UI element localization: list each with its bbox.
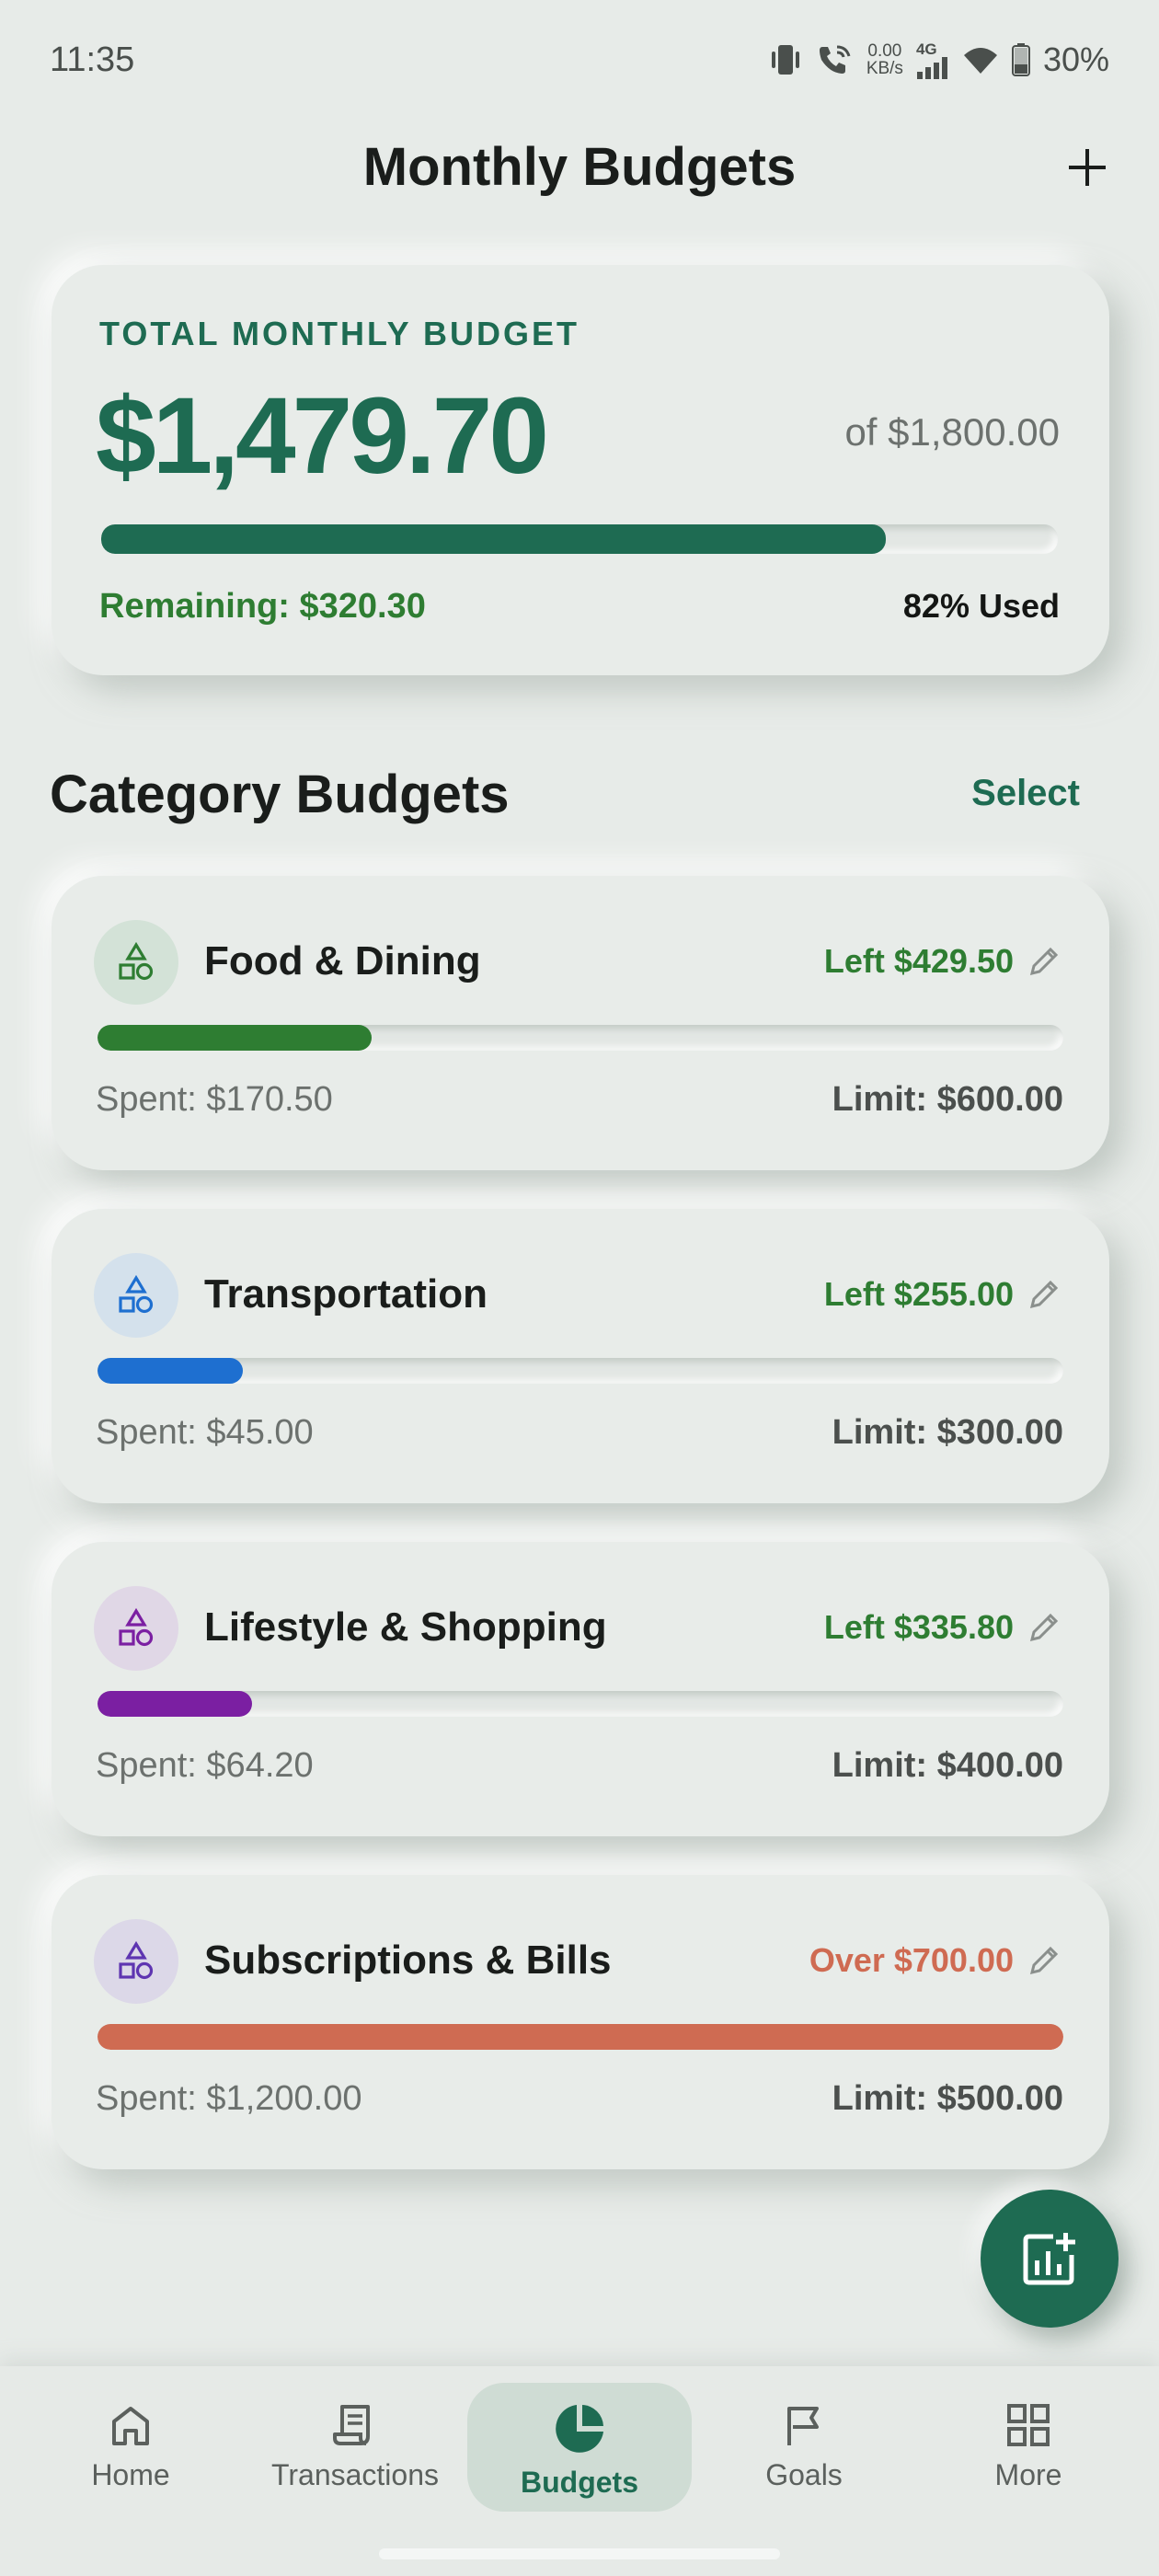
- add-budget-button[interactable]: [1058, 138, 1117, 197]
- battery-percent: 30%: [1042, 40, 1109, 78]
- pie-chart-icon: [556, 2405, 603, 2453]
- category-limit: Limit: $300.00: [832, 1413, 1063, 1452]
- category-name: Lifestyle & Shopping: [204, 1604, 607, 1650]
- network-type: 4G: [915, 40, 937, 58]
- category-name: Transportation: [204, 1271, 488, 1317]
- grid-icon: [1007, 2404, 1050, 2446]
- total-remaining: Remaining: $320.30: [99, 587, 426, 626]
- nav-more[interactable]: More: [916, 2383, 1141, 2512]
- category-progress-fill: [98, 2024, 1063, 2050]
- category-progress-track: [98, 2024, 1063, 2050]
- category-card[interactable]: Lifestyle & Shopping Left $335.80 Spent:…: [52, 1542, 1109, 1836]
- bottom-nav: Home Transactions Budgets Goals More: [0, 2366, 1159, 2576]
- header: Monthly Budgets: [0, 120, 1159, 221]
- category-progress-fill: [98, 1691, 252, 1717]
- receipt-icon: [333, 2405, 370, 2445]
- total-used-percent: 82% Used: [902, 587, 1060, 625]
- category-icon-circle: [94, 1253, 178, 1338]
- category-status: Left $429.50: [823, 942, 1014, 980]
- total-budget-card[interactable]: TOTAL MONTHLY BUDGET $1,479.70 of $1,800…: [52, 265, 1109, 675]
- edit-icon[interactable]: [1027, 1275, 1063, 1312]
- total-progress-track: [101, 524, 1058, 554]
- nav-budgets[interactable]: Budgets: [467, 2383, 692, 2512]
- nav-label: More: [994, 2458, 1062, 2491]
- plus-icon: [1069, 149, 1106, 186]
- wifi-icon: [963, 48, 997, 74]
- shapes-icon: [119, 1940, 154, 1980]
- category-icon-circle: [94, 920, 178, 1005]
- signal-icon: [916, 56, 947, 79]
- nav-transactions[interactable]: Transactions: [243, 2383, 467, 2512]
- network-speed-unit: KB/s: [866, 59, 903, 78]
- home-icon: [112, 2407, 149, 2445]
- category-progress-fill: [98, 1358, 243, 1384]
- category-status: Over $700.00: [809, 1941, 1014, 1979]
- category-limit: Limit: $600.00: [832, 1080, 1063, 1119]
- category-icon-circle: [94, 1586, 178, 1671]
- nav-goals[interactable]: Goals: [692, 2383, 916, 2512]
- wifi-calling-icon: [819, 45, 851, 74]
- nav-home[interactable]: Home: [18, 2383, 243, 2512]
- category-status: Left $255.00: [823, 1275, 1014, 1313]
- category-progress-track: [98, 1025, 1063, 1051]
- category-card[interactable]: Food & Dining Left $429.50 Spent: $170.5…: [52, 876, 1109, 1170]
- category-limit: Limit: $400.00: [832, 1746, 1063, 1785]
- page-title: Monthly Budgets: [362, 137, 797, 197]
- category-spent: Spent: $1,200.00: [96, 2079, 362, 2118]
- total-spent-amount: $1,479.70: [96, 375, 549, 497]
- shapes-icon: [119, 941, 154, 981]
- total-progress-fill: [101, 524, 886, 554]
- category-limit: Limit: $500.00: [832, 2079, 1063, 2118]
- select-button[interactable]: Select: [971, 773, 1080, 814]
- home-indicator: [379, 2548, 780, 2559]
- battery-icon: [1011, 43, 1030, 76]
- edit-icon[interactable]: [1027, 942, 1063, 979]
- edit-icon[interactable]: [1027, 1941, 1063, 1978]
- nav-label: Home: [91, 2458, 170, 2491]
- total-budget-label: TOTAL MONTHLY BUDGET: [99, 315, 580, 352]
- category-card[interactable]: Subscriptions & Bills Over $700.00 Spent…: [52, 1875, 1109, 2169]
- nav-label: Goals: [765, 2458, 843, 2491]
- category-card[interactable]: Transportation Left $255.00 Spent: $45.0…: [52, 1209, 1109, 1503]
- category-name: Food & Dining: [204, 938, 481, 983]
- section-title: Category Budgets: [50, 765, 510, 824]
- category-status: Left $335.80: [823, 1608, 1014, 1646]
- category-spent: Spent: $64.20: [96, 1746, 314, 1785]
- total-budget-limit: of $1,800.00: [844, 410, 1060, 454]
- network-speed-value: 0.00: [867, 41, 902, 61]
- category-spent: Spent: $170.50: [96, 1080, 333, 1119]
- cellular-signal: 4G: [916, 41, 949, 79]
- add-chart-icon: [1023, 2233, 1075, 2285]
- edit-icon[interactable]: [1027, 1608, 1063, 1645]
- network-speed: 0.00 KB/s: [866, 42, 903, 77]
- category-spent: Spent: $45.00: [96, 1413, 314, 1452]
- nav-label: Transactions: [271, 2458, 439, 2491]
- status-bar: 11:35 0.00 KB/s 4G 30%: [0, 0, 1159, 120]
- add-chart-fab[interactable]: [981, 2190, 1119, 2328]
- vibrate-icon: [771, 45, 799, 75]
- status-icons: 0.00 KB/s 4G 30%: [767, 40, 1109, 79]
- category-progress-track: [98, 1691, 1063, 1717]
- category-progress-fill: [98, 1025, 373, 1051]
- shapes-icon: [119, 1607, 154, 1647]
- category-icon-circle: [94, 1919, 178, 2004]
- status-time: 11:35: [50, 40, 135, 79]
- category-progress-track: [98, 1358, 1063, 1384]
- shapes-icon: [119, 1274, 154, 1314]
- flag-icon: [787, 2407, 819, 2445]
- category-name: Subscriptions & Bills: [204, 1938, 612, 1983]
- nav-label: Budgets: [521, 2466, 638, 2499]
